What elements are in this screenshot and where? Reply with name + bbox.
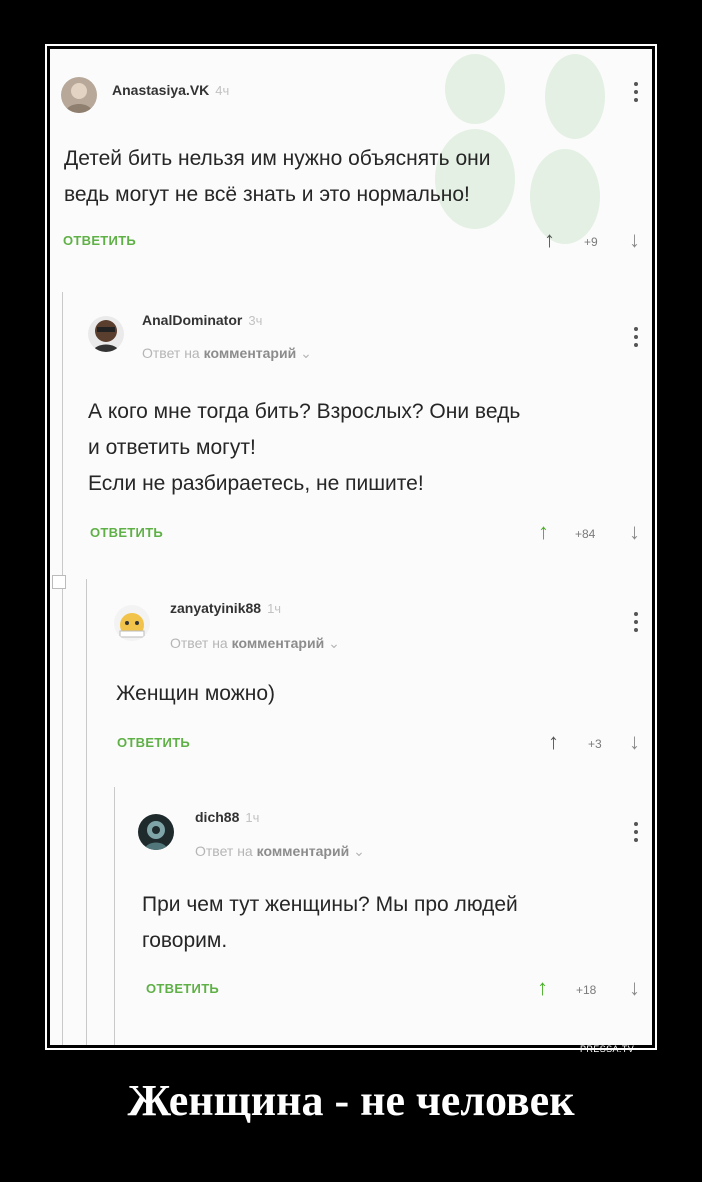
avatar[interactable] [88,316,124,352]
reply-button[interactable]: ОТВЕТИТЬ [117,735,190,750]
comment-rating: +84 [575,527,596,541]
background-decoration [530,149,600,244]
downvote-arrow-icon[interactable]: ↓ [629,977,640,999]
thread-line [86,579,87,1045]
comment-rating: +18 [576,983,597,997]
more-options-icon[interactable] [634,612,638,636]
background-decoration [445,54,505,124]
comments-screenshot: Anastasiya.VK 4ч Детей бить нельзя им нуж… [50,49,652,1045]
reply-to-link[interactable]: Ответ на комментарий ⌄ [170,635,340,652]
downvote-arrow-icon[interactable]: ↓ [629,731,640,753]
chevron-down-icon: ⌄ [328,635,340,651]
avatar[interactable] [61,77,97,113]
avatar[interactable] [114,605,150,641]
comment-author[interactable]: zanyatyinik88 1ч [170,600,281,616]
reply-button[interactable]: ОТВЕТИТЬ [90,525,163,540]
thread-collapse-button[interactable] [52,575,66,589]
comment-text: Детей бить нельзя им нужно объяснять они… [64,147,491,206]
background-decoration [545,54,605,139]
demotivator-caption: Женщина - не человек [127,1076,575,1125]
thread-line [62,292,63,1045]
watermark: PRESSA.TV [580,1044,635,1054]
comment-author[interactable]: dich88 1ч [195,809,259,825]
reply-to-link[interactable]: Ответ на комментарий ⌄ [195,843,365,860]
comment-time: 1ч [267,601,282,616]
comment-author[interactable]: Anastasiya.VK 4ч [112,82,229,98]
upvote-arrow-icon[interactable]: ↑ [544,229,555,251]
downvote-arrow-icon[interactable]: ↓ [629,229,640,251]
chevron-down-icon: ⌄ [353,843,365,859]
more-options-icon[interactable] [634,822,638,846]
comment-text: Женщин можно) [116,682,276,705]
upvote-arrow-icon[interactable]: ↑ [537,977,548,999]
avatar[interactable] [138,814,174,850]
comment-time: 3ч [248,313,263,328]
comment-time: 1ч [245,810,260,825]
upvote-arrow-icon[interactable]: ↑ [538,521,549,543]
comment-time: 4ч [215,83,230,98]
comment-text: А кого мне тогда бить? Взрослых? Они вед… [88,400,521,495]
downvote-arrow-icon[interactable]: ↓ [629,521,640,543]
more-options-icon[interactable] [634,82,638,106]
comment-text: При чем тут женщины? Мы про людей говори… [142,893,518,952]
comment-rating: +3 [588,737,602,751]
thread-line [114,787,115,1045]
reply-button[interactable]: ОТВЕТИТЬ [63,233,136,248]
comment-rating: +9 [584,235,598,249]
comment-author[interactable]: AnalDominator 3ч [142,312,262,328]
reply-to-link[interactable]: Ответ на комментарий ⌄ [142,345,312,362]
chevron-down-icon: ⌄ [300,345,312,361]
reply-button[interactable]: ОТВЕТИТЬ [146,981,219,996]
more-options-icon[interactable] [634,327,638,351]
upvote-arrow-icon[interactable]: ↑ [548,731,559,753]
